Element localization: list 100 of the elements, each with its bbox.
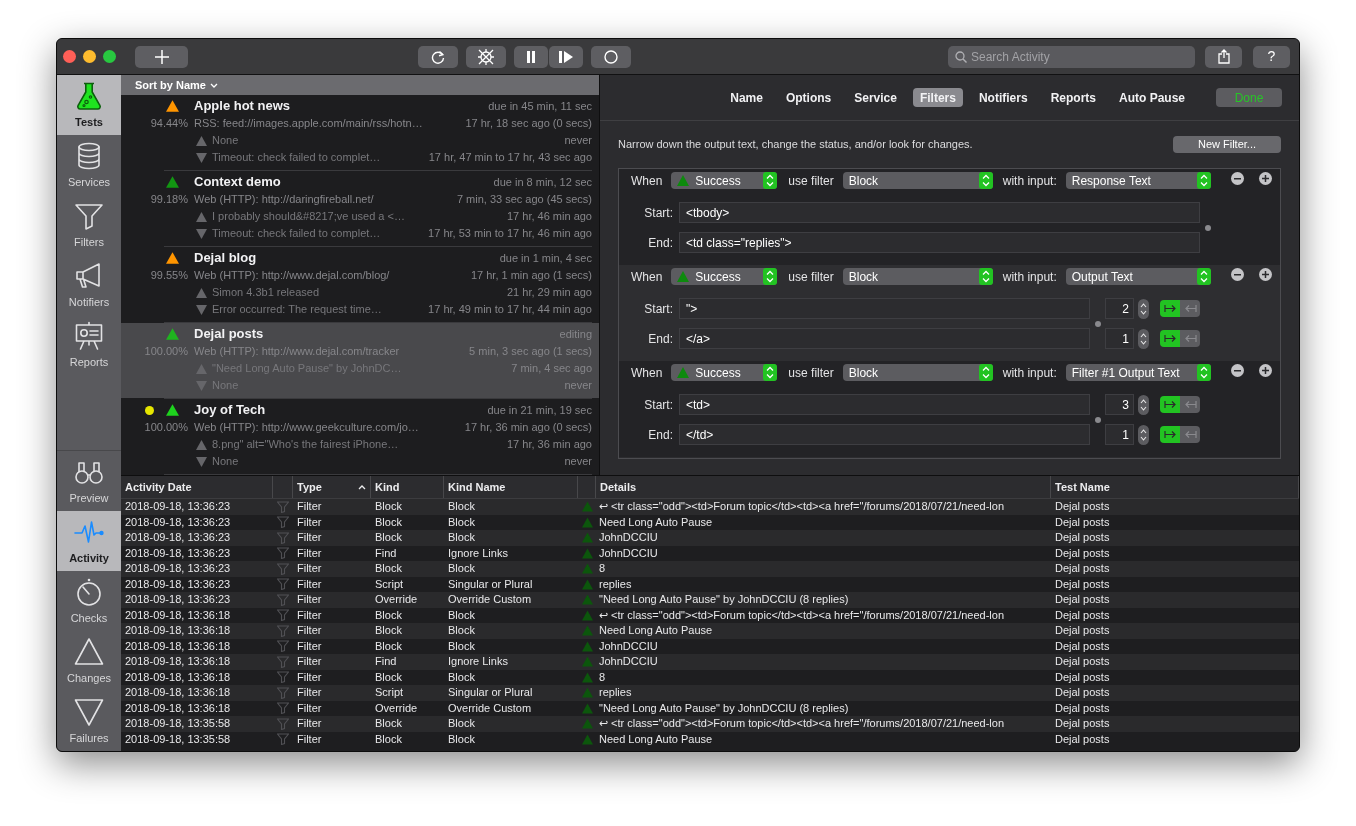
table-cell-text: Override Custom bbox=[447, 701, 533, 715]
tab[interactable]: Options bbox=[778, 88, 839, 107]
tab[interactable]: Service bbox=[847, 88, 904, 107]
test-row[interactable]: 94.44% Apple hot news due in 45 min, 11 sec RSS: feed://images.apple.com/main/rss/hotn… 17 hr, 18 sec ago (0 secs) None never Timeout: check failed to complet… 17 hr, 47 min to 17 hr, 43 sec ago bbox=[121, 95, 599, 170]
add-filter-button[interactable] bbox=[1259, 364, 1272, 377]
start-field[interactable]: <td> bbox=[679, 394, 1090, 415]
table-cell-text: 2018-09-18, 13:36:23 bbox=[124, 577, 232, 591]
column-header[interactable]: Details bbox=[596, 476, 1051, 498]
remove-filter-button[interactable] bbox=[1231, 364, 1244, 377]
failure-time: 17 hr, 53 min to 17 hr, 46 min ago bbox=[428, 226, 592, 242]
remove-filter-button[interactable] bbox=[1231, 268, 1244, 281]
start-label: Start: bbox=[643, 204, 673, 222]
column-header[interactable]: Kind Name bbox=[444, 476, 578, 498]
funnel-icon bbox=[277, 655, 289, 668]
start-field[interactable]: <tbody> bbox=[679, 202, 1200, 223]
direction-segment[interactable] bbox=[1160, 396, 1180, 413]
sort-menu[interactable]: Sort by Name bbox=[135, 76, 218, 94]
close-button[interactable] bbox=[63, 50, 76, 63]
input-label: with input: bbox=[1002, 268, 1057, 286]
test-name: Context demo bbox=[194, 173, 281, 192]
table-cell-text: 2018-09-18, 13:36:18 bbox=[124, 670, 232, 684]
change-time: 21 hr, 29 min ago bbox=[507, 285, 592, 301]
stepper[interactable] bbox=[1138, 424, 1149, 445]
table-cell-text: Filter bbox=[296, 624, 323, 638]
sidebar-item[interactable]: Activity bbox=[57, 511, 121, 571]
column-header[interactable]: Type bbox=[293, 476, 371, 498]
percent-text: 100.00% bbox=[144, 420, 188, 435]
status-popup[interactable]: Success bbox=[671, 268, 778, 285]
sidebar-item[interactable]: Reports bbox=[57, 315, 121, 375]
column-header[interactable]: Kind bbox=[371, 476, 444, 498]
percent-text: 94.44% bbox=[150, 116, 188, 131]
tab[interactable]: Notifiers bbox=[971, 88, 1035, 107]
sidebar-item[interactable]: Filters bbox=[57, 195, 121, 255]
change-text: I probably should&#8217;ve used a <… bbox=[212, 209, 405, 225]
tab[interactable]: Name bbox=[723, 88, 770, 107]
add-filter-button[interactable] bbox=[1259, 172, 1272, 185]
refresh-button[interactable] bbox=[418, 45, 458, 68]
input-popup[interactable]: Filter #1 Output Text bbox=[1065, 364, 1211, 381]
sidebar-item[interactable]: Notifiers bbox=[57, 255, 121, 315]
status-popup[interactable]: Success bbox=[671, 364, 778, 381]
count-field[interactable]: 3 bbox=[1105, 394, 1134, 415]
input-popup[interactable]: Output Text bbox=[1065, 268, 1211, 285]
end-field[interactable]: </a> bbox=[679, 328, 1090, 349]
step-forward-icon bbox=[559, 50, 573, 63]
sidebar-item[interactable]: Tests bbox=[57, 75, 121, 135]
add-filter-button[interactable] bbox=[1259, 268, 1272, 281]
table-cell-text: Block bbox=[447, 624, 476, 638]
pause-button[interactable] bbox=[514, 45, 548, 68]
stepper[interactable] bbox=[1138, 394, 1149, 415]
sidebar-item[interactable]: Checks bbox=[57, 571, 121, 631]
zoom-button[interactable] bbox=[103, 50, 116, 63]
count-field[interactable]: 1 bbox=[1105, 328, 1134, 349]
filter-popup[interactable]: Block bbox=[842, 364, 993, 381]
triangle-icon bbox=[581, 718, 593, 730]
table-cell-text: Singular or Plural bbox=[447, 686, 534, 700]
end-field[interactable]: <td class="replies"> bbox=[679, 232, 1200, 253]
table-cell-text: Need Long Auto Pause bbox=[598, 732, 714, 746]
down-triangle-icon bbox=[196, 304, 207, 315]
column-header[interactable]: Test Name bbox=[1051, 476, 1299, 498]
remove-filter-button[interactable] bbox=[1231, 172, 1244, 185]
direction-segment[interactable] bbox=[1160, 300, 1180, 317]
help-button[interactable]: ? bbox=[1253, 45, 1290, 68]
description-text: Narrow down the output text, change the status, and/or look for changes. bbox=[618, 137, 973, 153]
share-button[interactable] bbox=[1205, 45, 1242, 68]
filter-popup[interactable]: Block bbox=[842, 268, 993, 285]
direction-segment[interactable] bbox=[1160, 426, 1180, 443]
stepper[interactable] bbox=[1138, 328, 1149, 349]
input-label: with input: bbox=[1002, 172, 1057, 190]
sidebar-item[interactable]: Preview bbox=[57, 451, 121, 511]
filter-popup[interactable]: Block bbox=[842, 172, 993, 189]
tab[interactable]: Reports bbox=[1043, 88, 1103, 107]
count-field[interactable]: 1 bbox=[1105, 424, 1134, 445]
last-check-text: 17 hr, 1 min ago (1 secs) bbox=[470, 268, 592, 284]
status-popup[interactable]: Success bbox=[671, 172, 778, 189]
sidebar-item[interactable]: Services bbox=[57, 135, 121, 195]
minimize-button[interactable] bbox=[83, 50, 96, 63]
down-triangle-icon bbox=[196, 456, 207, 467]
direction-segment[interactable] bbox=[1160, 330, 1180, 347]
step-button[interactable] bbox=[549, 45, 583, 68]
sidebar-item[interactable]: Changes bbox=[57, 631, 121, 691]
percent-text: 100.00% bbox=[144, 344, 188, 359]
sidebar-item[interactable]: Failures bbox=[57, 691, 121, 751]
end-field[interactable]: </td> bbox=[679, 424, 1090, 445]
new-filter-button[interactable]: New Filter... bbox=[1173, 136, 1281, 153]
table-cell-text: Block bbox=[374, 732, 403, 746]
start-field[interactable]: "> bbox=[679, 298, 1090, 319]
table-cell-text: Dejal posts bbox=[1054, 546, 1111, 560]
test-row[interactable]: 100.00% Joy of Tech due in 21 min, 19 sec Web (HTTP): http://www.geekculture.com/jo… 17 hr, 36 min ago (0 secs) 8.png" alt="Who's the fairest iPhone… 17 hr, 36 min ago None never bbox=[121, 399, 599, 474]
count-field[interactable]: 2 bbox=[1105, 298, 1134, 319]
stepper[interactable] bbox=[1138, 298, 1149, 319]
tab[interactable]: Auto Pause bbox=[1112, 88, 1192, 107]
disable-button[interactable] bbox=[466, 45, 506, 68]
table-cell-text: Block bbox=[447, 639, 476, 653]
up-triangle-icon bbox=[196, 287, 207, 298]
table-cell-text: Override bbox=[374, 593, 419, 607]
record-button[interactable] bbox=[591, 45, 631, 68]
input-popup[interactable]: Response Text bbox=[1065, 172, 1211, 189]
search-field[interactable]: Search Activity bbox=[948, 45, 1195, 68]
column-header[interactable]: Activity Date bbox=[121, 476, 273, 498]
add-button[interactable] bbox=[135, 45, 188, 68]
